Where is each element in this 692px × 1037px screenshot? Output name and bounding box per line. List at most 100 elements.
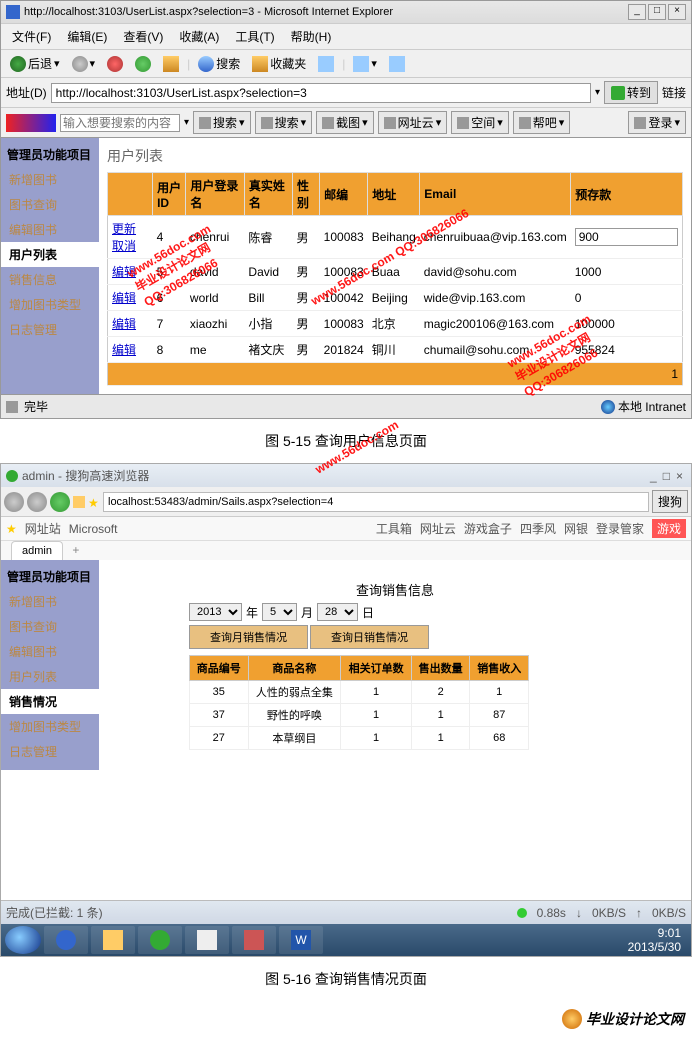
sidebar-item-0[interactable]: 新增图书 — [1, 167, 99, 192]
deposit-input[interactable] — [575, 228, 678, 246]
menu-view[interactable]: 查看(V) — [117, 26, 169, 47]
minimize-button[interactable]: _ — [628, 4, 646, 20]
baidu-search-input[interactable] — [60, 114, 180, 132]
bm-game[interactable]: 游戏 — [652, 519, 686, 538]
sidebar-item-6[interactable]: 日志管理 — [1, 317, 99, 342]
status-speed: 0.88s — [537, 906, 566, 920]
status-text: 完毕 — [24, 398, 48, 415]
sogou-maximize-button[interactable]: □ — [660, 469, 673, 483]
cell-email: chumail@sohu.com — [420, 337, 571, 363]
menu-tools[interactable]: 工具(T) — [229, 26, 280, 47]
home-button[interactable] — [159, 54, 183, 74]
menu-favorites[interactable]: 收藏(A) — [173, 26, 225, 47]
sogou-search-button[interactable]: 搜狗 — [652, 490, 688, 513]
menu-edit[interactable]: 编辑(E) — [61, 26, 113, 47]
baidu-logo-icon[interactable] — [6, 114, 56, 132]
sogou-close-button[interactable]: × — [673, 469, 686, 483]
sogou-sidebar-item-4[interactable]: 销售情况 — [1, 689, 99, 714]
bm-toolbox[interactable]: 工具箱 — [376, 520, 412, 537]
sogou-toolbar: ★ 搜狗 — [1, 487, 691, 517]
stop-button[interactable] — [103, 54, 127, 74]
taskbar-app2[interactable] — [232, 926, 276, 954]
sogou-refresh-button[interactable] — [50, 492, 70, 512]
search-button[interactable]: 搜索 — [194, 53, 244, 74]
ie-icon — [56, 930, 76, 950]
sidebar-item-3[interactable]: 用户列表 — [1, 242, 99, 267]
address-input[interactable] — [51, 83, 591, 103]
sogou-sidebar-item-0[interactable]: 新增图书 — [1, 589, 99, 614]
menu-help[interactable]: 帮助(H) — [285, 26, 338, 47]
refresh-button[interactable] — [131, 54, 155, 74]
query-day-button[interactable]: 查询日销售情况 — [310, 625, 429, 649]
baidu-login-button[interactable]: 登录 ▾ — [628, 111, 686, 134]
sogou-sidebar-item-5[interactable]: 增加图书类型 — [1, 714, 99, 739]
month-select[interactable]: 5 — [262, 603, 297, 621]
row-action[interactable]: 编辑 — [112, 265, 136, 279]
row-action[interactable]: 更新 — [112, 222, 136, 236]
bm-bank[interactable]: 网银 — [564, 520, 588, 537]
history-button[interactable] — [314, 54, 338, 74]
cell-id: 5 — [153, 259, 186, 285]
query-month-button[interactable]: 查询月销售情况 — [189, 625, 308, 649]
back-icon — [10, 56, 26, 72]
sogou-back-button[interactable] — [4, 492, 24, 512]
sogou-home-icon[interactable] — [73, 496, 85, 508]
taskbar: W 9:01 2013/5/30 — [1, 924, 691, 956]
baidu-block-button[interactable]: 搜索 ▾ — [255, 111, 313, 134]
year-select[interactable]: 2013 — [189, 603, 242, 621]
row-action[interactable]: 编辑 — [112, 291, 136, 305]
start-button[interactable] — [5, 926, 41, 954]
row-action[interactable]: 编辑 — [112, 343, 136, 357]
system-tray[interactable]: 9:01 2013/5/30 — [622, 926, 687, 954]
baidu-search-button[interactable]: 搜索 ▾ — [193, 111, 251, 134]
mail-button[interactable]: ▾ — [349, 54, 381, 74]
maximize-button[interactable]: □ — [648, 4, 666, 20]
menu-file[interactable]: 文件(F) — [6, 26, 57, 47]
links-button[interactable]: 链接 — [662, 84, 686, 101]
tab-new-button[interactable]: + — [66, 543, 85, 557]
bm-microsoft[interactable]: Microsoft — [69, 522, 118, 536]
baidu-space-button[interactable]: 空间 ▾ — [451, 111, 509, 134]
sidebar-item-1[interactable]: 图书查询 — [1, 192, 99, 217]
back-button[interactable]: 后退 ▾ — [6, 53, 64, 74]
favorites-button[interactable]: 收藏夹 — [248, 53, 310, 74]
table-row: 编辑6worldBill男100042Beijingwide@vip.163.c… — [108, 285, 683, 311]
close-button[interactable]: × — [668, 4, 686, 20]
cell-sex: 男 — [293, 337, 320, 363]
taskbar-app1[interactable] — [185, 926, 229, 954]
table-row: 编辑7xiaozhi小指男100083北京magic200106@163.com… — [108, 311, 683, 337]
folder-icon — [103, 930, 123, 950]
sidebar-item-4[interactable]: 销售信息 — [1, 267, 99, 292]
bm-season[interactable]: 四季风 — [520, 520, 556, 537]
taskbar-ie[interactable] — [44, 926, 88, 954]
bm-sitenav[interactable]: 网址站 — [25, 520, 61, 537]
sogou-sidebar-item-3[interactable]: 用户列表 — [1, 664, 99, 689]
taskbar-sogou[interactable] — [138, 926, 182, 954]
cell-zip: 100083 — [320, 259, 368, 285]
baidu-help-button[interactable]: 帮吧 ▾ — [513, 111, 571, 134]
sidebar-item-5[interactable]: 增加图书类型 — [1, 292, 99, 317]
bm-gamebox[interactable]: 游戏盒子 — [464, 520, 512, 537]
print-button[interactable] — [385, 54, 409, 74]
sogou-sidebar-item-1[interactable]: 图书查询 — [1, 614, 99, 639]
row-action-cancel[interactable]: 取消 — [112, 239, 136, 253]
sogou-minimize-button[interactable]: _ — [647, 469, 660, 483]
sidebar-item-2[interactable]: 编辑图书 — [1, 217, 99, 242]
sogou-sidebar-item-2[interactable]: 编辑图书 — [1, 639, 99, 664]
pager[interactable]: 1 — [108, 363, 683, 386]
bm-cloud[interactable]: 网址云 — [420, 520, 456, 537]
taskbar-word[interactable]: W — [279, 926, 323, 954]
day-select[interactable]: 28 — [317, 603, 358, 621]
baidu-capture-button[interactable]: 截图 ▾ — [316, 111, 374, 134]
forward-button[interactable]: ▾ — [68, 54, 100, 74]
baidu-cloud-button[interactable]: 网址云 ▾ — [378, 111, 448, 134]
menubar: 文件(F) 编辑(E) 查看(V) 收藏(A) 工具(T) 帮助(H) — [1, 24, 691, 50]
bm-login[interactable]: 登录管家 — [596, 520, 644, 537]
sogou-forward-button[interactable] — [27, 492, 47, 512]
row-action[interactable]: 编辑 — [112, 317, 136, 331]
tab-admin[interactable]: admin — [11, 541, 63, 560]
sogou-sidebar-item-6[interactable]: 日志管理 — [1, 739, 99, 764]
taskbar-explorer[interactable] — [91, 926, 135, 954]
go-button[interactable]: 转到 — [604, 81, 658, 104]
sogou-address-input[interactable] — [103, 492, 649, 512]
